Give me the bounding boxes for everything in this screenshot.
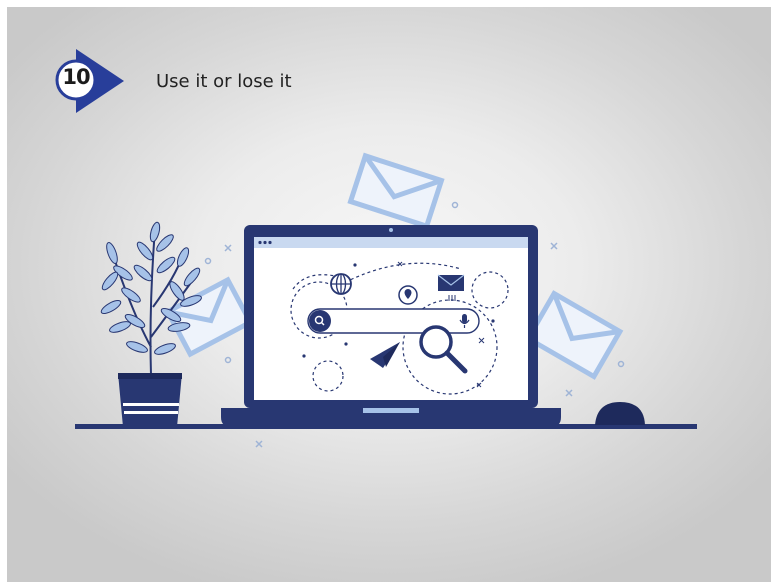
- search-bar: [307, 308, 480, 334]
- mouse-icon: [595, 402, 645, 425]
- envelope-icon: [347, 152, 445, 230]
- webcam: [389, 228, 393, 232]
- laptop-illustration: [75, 152, 697, 448]
- globe-icon: [330, 273, 352, 295]
- envelope-icon: [524, 290, 624, 380]
- slide: 10 Use it or lose it: [7, 7, 771, 582]
- browser-bar: [254, 237, 528, 248]
- plant-icon: [100, 221, 202, 427]
- location-pin-icon: [398, 285, 418, 305]
